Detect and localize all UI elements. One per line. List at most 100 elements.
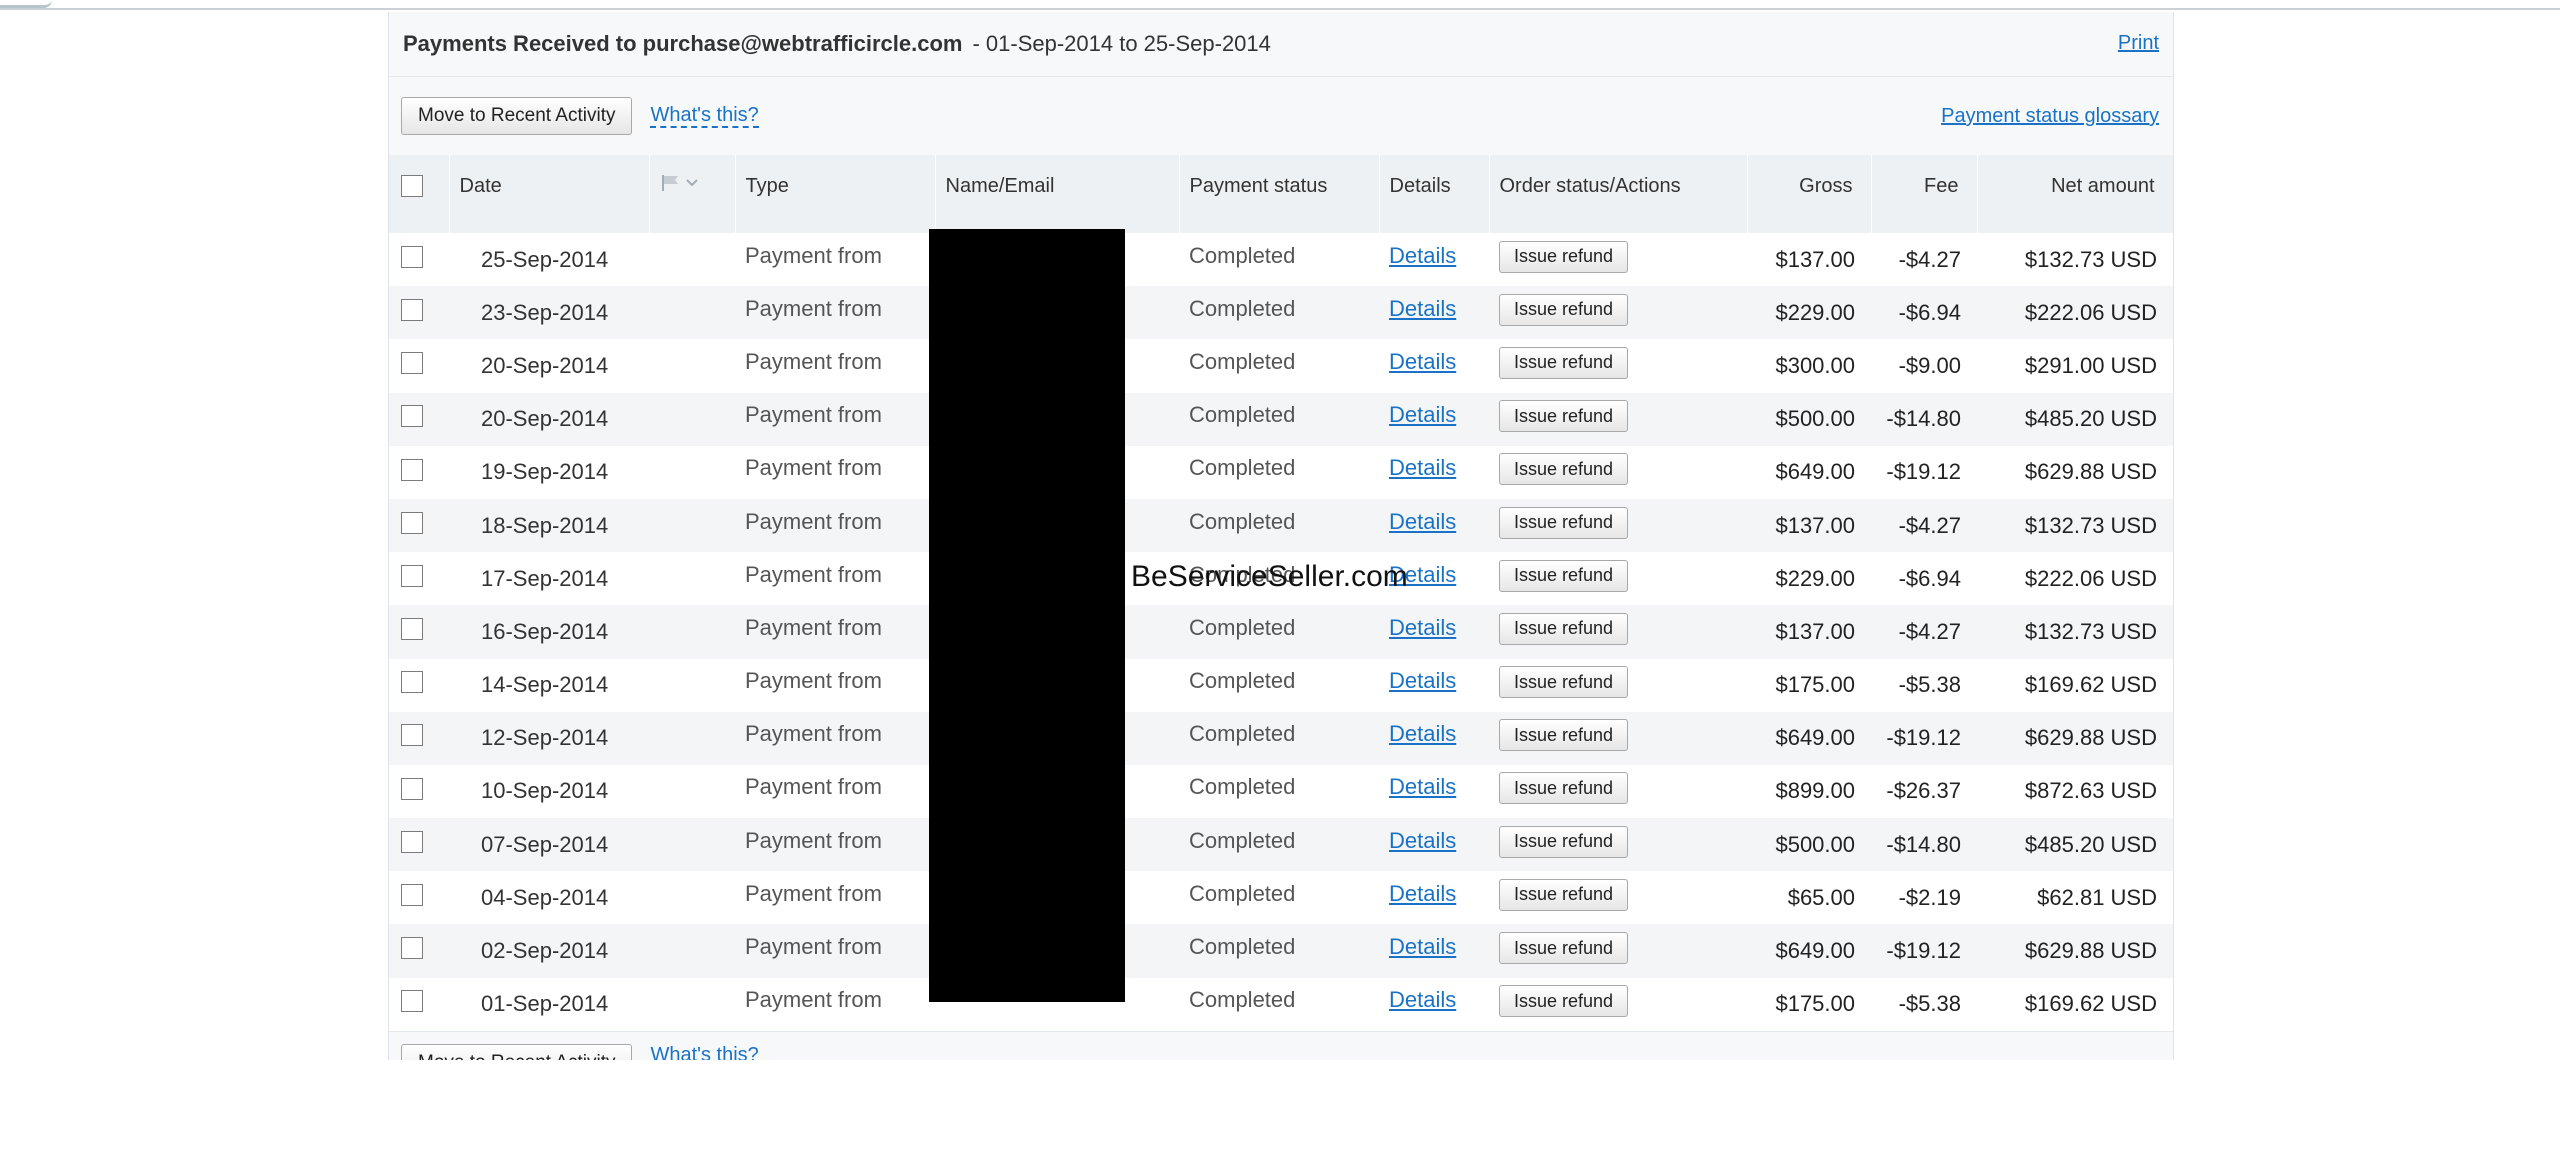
col-payment-status[interactable]: Payment status xyxy=(1179,155,1380,233)
issue-refund-button[interactable]: Issue refund xyxy=(1499,346,1629,379)
row-type: Payment from xyxy=(745,774,882,800)
move-to-recent-activity-button-bottom[interactable]: Move to Recent Activity xyxy=(401,1043,633,1060)
col-gross[interactable]: Gross xyxy=(1747,155,1872,233)
row-details-cell: Details xyxy=(1379,339,1489,393)
row-type-cell: Payment from xyxy=(735,498,935,553)
date-range: - 01-Sep-2014 to 25-Sep-2014 xyxy=(972,31,1271,56)
issue-refund-button[interactable]: Issue refund xyxy=(1499,985,1629,1018)
issue-refund-button[interactable]: Issue refund xyxy=(1499,400,1629,433)
row-gross: $649.00 xyxy=(1747,924,1871,978)
row-fee: -$14.80 xyxy=(1871,818,1977,872)
col-fee[interactable]: Fee xyxy=(1871,155,1978,233)
row-checkbox[interactable] xyxy=(401,458,423,481)
row-gross: $137.00 xyxy=(1747,233,1871,287)
issue-refund-button[interactable]: Issue refund xyxy=(1499,453,1629,486)
row-gross: $649.00 xyxy=(1747,711,1871,765)
row-type-cell: Payment from xyxy=(735,605,935,659)
row-status-cell: Completed xyxy=(1179,498,1379,553)
row-type: Payment from xyxy=(745,561,882,587)
row-checkbox[interactable] xyxy=(401,618,423,641)
flag-filter[interactable] xyxy=(660,174,698,192)
row-net-amount: $629.88 USD xyxy=(1977,711,2173,765)
issue-refund-button[interactable]: Issue refund xyxy=(1499,878,1629,911)
row-type-cell: Payment from xyxy=(735,445,935,499)
details-link[interactable]: Details xyxy=(1389,934,1456,959)
row-fee: -$4.27 xyxy=(1871,498,1977,553)
issue-refund-button[interactable]: Issue refund xyxy=(1499,293,1629,326)
row-checkbox[interactable] xyxy=(401,777,423,800)
details-link[interactable]: Details xyxy=(1389,615,1456,640)
col-date[interactable]: Date xyxy=(449,155,650,233)
row-checkbox[interactable] xyxy=(401,405,423,428)
row-date: 25-Sep-2014 xyxy=(449,233,649,287)
print-link[interactable]: Print xyxy=(2118,32,2159,55)
details-link[interactable]: Details xyxy=(1389,349,1456,374)
row-checkbox[interactable] xyxy=(401,990,423,1013)
details-link[interactable]: Details xyxy=(1389,774,1456,799)
row-status-cell: Completed xyxy=(1179,711,1379,765)
row-type-cell: Payment from xyxy=(735,233,935,287)
details-link[interactable]: Details xyxy=(1389,296,1456,321)
table-row: 20-Sep-2014 Payment from Completed Details I… xyxy=(389,392,2173,446)
issue-refund-button[interactable]: Issue refund xyxy=(1499,506,1629,539)
table-row: 20-Sep-2014 Payment from Completed Details I… xyxy=(389,339,2173,393)
row-checkbox[interactable] xyxy=(401,298,423,321)
issue-refund-button[interactable]: Issue refund xyxy=(1499,719,1629,752)
row-flag-cell xyxy=(649,498,735,553)
issue-refund-button[interactable]: Issue refund xyxy=(1499,666,1629,699)
details-link[interactable]: Details xyxy=(1389,243,1456,268)
details-link[interactable]: Details xyxy=(1389,509,1456,534)
row-gross: $175.00 xyxy=(1747,658,1871,712)
row-date: 23-Sep-2014 xyxy=(449,286,649,340)
issue-refund-button[interactable]: Issue refund xyxy=(1499,612,1629,645)
row-flag-cell xyxy=(649,233,735,287)
issue-refund-button[interactable]: Issue refund xyxy=(1499,240,1629,273)
issue-refund-button[interactable]: Issue refund xyxy=(1499,559,1629,592)
col-net-amount[interactable]: Net amount xyxy=(1977,155,2173,233)
row-checkbox[interactable] xyxy=(401,937,423,960)
row-order-cell: Issue refund xyxy=(1489,498,1747,553)
issue-refund-button[interactable]: Issue refund xyxy=(1499,932,1629,965)
issue-refund-button[interactable]: Issue refund xyxy=(1499,825,1629,858)
row-checkbox[interactable] xyxy=(401,671,423,694)
row-select-cell xyxy=(389,392,449,446)
row-status-cell: Completed xyxy=(1179,818,1379,872)
row-gross: $899.00 xyxy=(1747,764,1871,819)
issue-refund-button[interactable]: Issue refund xyxy=(1499,772,1629,805)
table-row: 04-Sep-2014 Payment from Completed Details I… xyxy=(389,871,2173,925)
details-link[interactable]: Details xyxy=(1389,455,1456,480)
col-name-email[interactable]: Name/Email xyxy=(935,155,1180,233)
row-date: 20-Sep-2014 xyxy=(449,339,649,393)
row-checkbox[interactable] xyxy=(401,511,423,534)
col-type[interactable]: Type xyxy=(735,155,936,233)
row-checkbox[interactable] xyxy=(401,884,423,907)
row-type-cell: Payment from xyxy=(735,552,935,606)
payment-status-glossary-link[interactable]: Payment status glossary xyxy=(1941,105,2159,128)
details-link[interactable]: Details xyxy=(1389,881,1456,906)
whats-this-link-bottom[interactable]: What's this? xyxy=(650,1044,758,1060)
row-fee: -$9.00 xyxy=(1871,339,1977,393)
row-select-cell xyxy=(389,445,449,499)
row-checkbox[interactable] xyxy=(401,564,423,587)
row-checkbox[interactable] xyxy=(401,724,423,747)
select-all-checkbox[interactable] xyxy=(401,175,423,198)
row-gross: $649.00 xyxy=(1747,445,1871,499)
row-checkbox[interactable] xyxy=(401,245,423,268)
row-details-cell: Details xyxy=(1379,392,1489,446)
details-link[interactable]: Details xyxy=(1389,828,1456,853)
whats-this-link[interactable]: What's this? xyxy=(650,104,759,128)
page-blank-area xyxy=(0,1060,2560,1162)
bottom-action-bar: Move to Recent Activity What's this? xyxy=(389,1030,2173,1060)
row-checkbox[interactable] xyxy=(401,352,423,375)
row-checkbox[interactable] xyxy=(401,830,423,853)
row-flag-cell xyxy=(649,924,735,978)
details-link[interactable]: Details xyxy=(1389,668,1456,693)
row-type-cell: Payment from xyxy=(735,286,935,340)
row-flag-cell xyxy=(649,658,735,712)
details-link[interactable]: Details xyxy=(1389,987,1456,1012)
move-to-recent-activity-button[interactable]: Move to Recent Activity xyxy=(401,97,633,135)
details-link[interactable]: Details xyxy=(1389,721,1456,746)
row-date: 18-Sep-2014 xyxy=(449,498,649,553)
col-flag[interactable] xyxy=(649,155,736,233)
details-link[interactable]: Details xyxy=(1389,402,1456,427)
